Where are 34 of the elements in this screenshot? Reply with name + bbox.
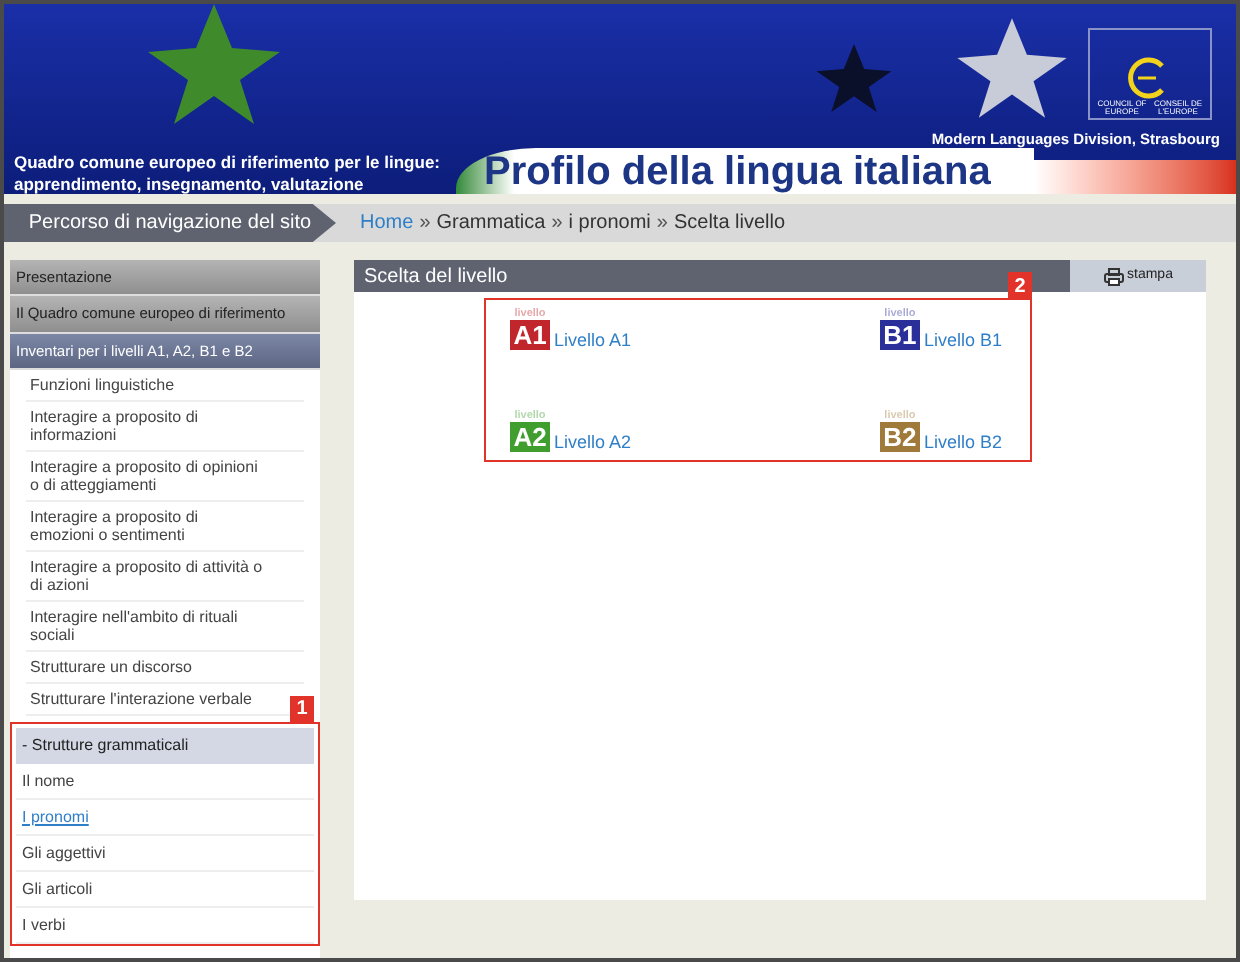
site-title: Profilo della lingua italiana bbox=[456, 148, 1034, 194]
breadcrumb-item: Grammatica bbox=[436, 210, 546, 238]
level-link[interactable]: Livello B1 bbox=[923, 330, 1002, 350]
tagline: Quadro comune europeo di riferimento per le lingue: bbox=[14, 152, 440, 174]
breadcrumb-separator: » bbox=[656, 210, 668, 238]
sidebar-item[interactable]: Interagire a proposito di emozioni o sentimenti bbox=[30, 507, 266, 544]
breadcrumb-item: Scelta livello bbox=[673, 210, 786, 238]
sidebar-item[interactable]: Strutturare un discorso bbox=[30, 657, 192, 676]
sidebar-item[interactable]: Interagire a proposito di attività o di azioni bbox=[30, 557, 266, 594]
star-drawing bbox=[144, 4, 284, 124]
nav-label: Percorso di navigazione del sito bbox=[4, 204, 336, 242]
star-drawing bbox=[814, 44, 894, 112]
sidebar-item[interactable]: Gli articoli bbox=[22, 879, 93, 898]
sidebar-item[interactable]: Interagire a proposito di opinioni o di atteggiamenti bbox=[30, 457, 266, 494]
sidebar-item[interactable]: Strutturare l'interazione verbale bbox=[30, 689, 252, 708]
breadcrumb-separator: » bbox=[419, 210, 431, 238]
sidebar-item[interactable]: Il nome bbox=[22, 771, 75, 790]
star-drawing bbox=[954, 16, 1070, 120]
level-link[interactable]: Livello B2 bbox=[923, 432, 1002, 452]
sidebar-group-header[interactable]: - Strutture grammaticali bbox=[16, 727, 314, 764]
breadcrumb-item: i pronomi bbox=[568, 210, 651, 238]
level-link[interactable]: Livello A1 bbox=[554, 330, 632, 350]
sidebar-item[interactable]: I verbi bbox=[22, 915, 66, 934]
sidebar-item[interactable]: Interagire a proposito di informazioni bbox=[30, 407, 266, 444]
printer-icon bbox=[1103, 267, 1124, 285]
sidebar-item[interactable]: Gli aggettivi bbox=[22, 843, 106, 862]
sidebar-item[interactable]: Funzioni linguistiche bbox=[30, 375, 175, 394]
breadcrumb-separator: » bbox=[551, 210, 563, 238]
sidebar-item[interactable]: Interagire nell'ambito di rituali sociali bbox=[30, 607, 266, 644]
level-link[interactable]: Livello A2 bbox=[554, 432, 632, 452]
sidebar-link[interactable]: I pronomi bbox=[22, 807, 89, 826]
annotation-number: 2 bbox=[1008, 272, 1032, 300]
tagline: apprendimento, insegnamento, valutazione bbox=[14, 174, 366, 194]
annotation-number: 1 bbox=[290, 695, 314, 724]
